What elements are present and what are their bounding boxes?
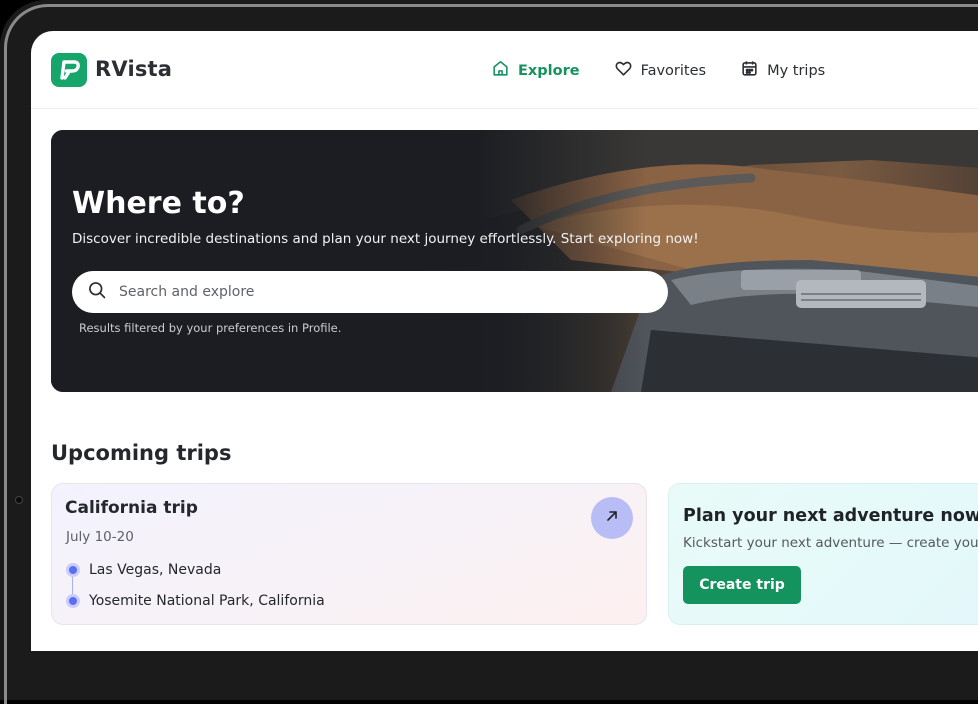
hero-subtitle: Discover incredible destinations and pla… [72, 231, 699, 247]
nav-my-trips-label: My trips [767, 62, 826, 79]
stop-dot-icon [66, 594, 80, 608]
trip-stop-label: Las Vegas, Nevada [89, 562, 222, 578]
calendar-icon [740, 59, 759, 82]
trip-stop: Yosemite National Park, California [66, 593, 325, 609]
trip-stop-label: Yosemite National Park, California [89, 593, 325, 609]
nav-favorites-label: Favorites [640, 62, 707, 79]
rv-landscape-image [51, 130, 978, 392]
hero-banner: Where to? Discover incredible destinatio… [51, 130, 978, 392]
upcoming-trips-heading: Upcoming trips [51, 441, 232, 465]
home-icon [491, 59, 510, 82]
arrow-up-right-icon [604, 508, 620, 528]
top-header: 9:41 RVista Explore Favorites My trips [31, 31, 978, 109]
heart-icon [614, 59, 633, 82]
create-trip-button[interactable]: Create trip [683, 566, 801, 604]
search-icon [87, 280, 107, 304]
nav-explore[interactable]: Explore [491, 59, 580, 82]
search-bar[interactable] [72, 271, 668, 313]
trip-card[interactable]: California trip July 10-20 Las Vegas, Ne… [51, 483, 647, 625]
trip-title: California trip [65, 498, 198, 518]
nav-explore-label: Explore [518, 62, 580, 79]
trip-stop: Las Vegas, Nevada [66, 562, 221, 578]
app-screen: 9:41 RVista Explore Favorites My trips W… [31, 31, 978, 651]
open-trip-button[interactable] [591, 497, 633, 539]
plan-adventure-card: Plan your next adventure now! Kickstart … [668, 483, 978, 625]
preferences-note: Results filtered by your preferences in … [79, 321, 342, 335]
nav-favorites[interactable]: Favorites [614, 59, 707, 82]
camera-icon [15, 496, 23, 504]
main-nav: Explore Favorites My trips [491, 59, 825, 82]
app-name[interactable]: RVista [95, 57, 172, 81]
plan-title: Plan your next adventure now! [683, 506, 978, 526]
nav-my-trips[interactable]: My trips [740, 59, 825, 82]
trip-dates: July 10-20 [66, 529, 134, 545]
plan-subtitle: Kickstart your next adventure — create y… [683, 535, 978, 551]
hero-title: Where to? [72, 186, 245, 221]
logo-icon[interactable] [51, 53, 87, 87]
stop-dot-icon [66, 563, 80, 577]
search-input[interactable] [119, 284, 639, 300]
